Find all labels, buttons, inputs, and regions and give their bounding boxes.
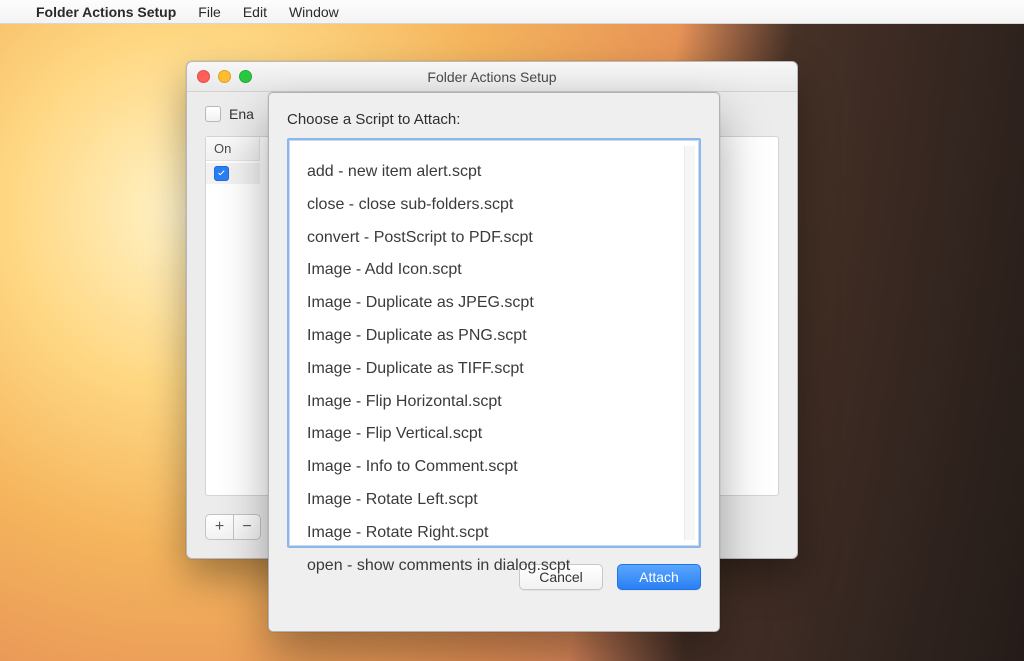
add-folder-button[interactable]: +	[205, 514, 233, 540]
script-item[interactable]: close - close sub-folders.scpt	[305, 189, 683, 222]
script-list[interactable]: add - new item alert.scptclose - close s…	[289, 154, 699, 584]
app-menu[interactable]: Folder Actions Setup	[36, 4, 176, 20]
enable-folder-actions-checkbox[interactable]	[205, 106, 221, 122]
checked-icon	[214, 166, 229, 181]
enable-folder-actions-label: Ena	[229, 106, 254, 122]
script-item[interactable]: Image - Add Icon.scpt	[305, 254, 683, 287]
desktop-background: Folder Actions Setup File Edit Window Fo…	[0, 0, 1024, 661]
script-list-container: add - new item alert.scptclose - close s…	[287, 138, 701, 548]
close-window-icon[interactable]	[197, 70, 210, 83]
zoom-window-icon[interactable]	[239, 70, 252, 83]
window-titlebar: Folder Actions Setup	[187, 62, 797, 92]
menu-file[interactable]: File	[198, 4, 221, 20]
menu-window[interactable]: Window	[289, 4, 339, 20]
minimize-window-icon[interactable]	[218, 70, 231, 83]
script-item[interactable]: Image - Rotate Left.scpt	[305, 484, 683, 517]
window-title: Folder Actions Setup	[187, 69, 797, 85]
script-item[interactable]: open - show comments in dialog.scpt	[305, 550, 683, 583]
add-remove-toolbar: + −	[205, 514, 261, 540]
script-item[interactable]: Image - Info to Comment.scpt	[305, 451, 683, 484]
script-item[interactable]: Image - Duplicate as PNG.scpt	[305, 320, 683, 353]
remove-folder-button[interactable]: −	[233, 514, 261, 540]
script-item[interactable]: convert - PostScript to PDF.scpt	[305, 222, 683, 255]
script-item[interactable]: Image - Rotate Right.scpt	[305, 517, 683, 550]
traffic-lights	[197, 70, 252, 83]
script-item[interactable]: add - new item alert.scpt	[305, 156, 683, 189]
sheet-title: Choose a Script to Attach:	[287, 111, 701, 128]
script-item[interactable]: Image - Duplicate as JPEG.scpt	[305, 287, 683, 320]
folder-row-on-cell[interactable]	[206, 163, 260, 184]
script-item[interactable]: Image - Duplicate as TIFF.scpt	[305, 353, 683, 386]
menu-edit[interactable]: Edit	[243, 4, 267, 20]
script-item[interactable]: Image - Flip Horizontal.scpt	[305, 386, 683, 419]
menubar: Folder Actions Setup File Edit Window	[0, 0, 1024, 24]
choose-script-sheet: Choose a Script to Attach: add - new ite…	[268, 92, 720, 632]
on-column-header: On	[206, 137, 260, 161]
script-item[interactable]: Image - Flip Vertical.scpt	[305, 418, 683, 451]
